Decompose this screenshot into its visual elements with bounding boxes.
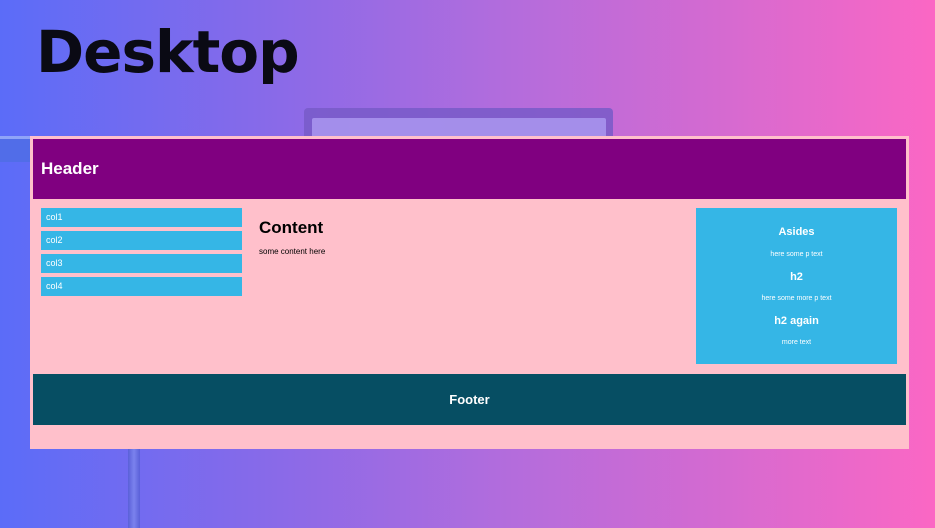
asides-text-1: here some p text — [770, 251, 823, 258]
header-title: Header — [41, 159, 99, 178]
page-title: Desktop — [36, 18, 300, 86]
layout-footer: Footer — [33, 374, 906, 425]
background-left-bar — [0, 136, 30, 162]
nav-item-col3[interactable]: col3 — [41, 254, 242, 273]
nav-columns: col1 col2 col3 col4 — [41, 208, 242, 300]
asides-heading-again: h2 again — [774, 315, 819, 327]
asides-title: Asides — [778, 226, 815, 238]
nav-item-col1[interactable]: col1 — [41, 208, 242, 227]
layout-frame: Header col1 col2 col3 col4 Content some … — [30, 136, 909, 449]
layout-header: Header — [33, 139, 906, 199]
asides-text-2: here some more p text — [761, 295, 832, 302]
footer-text: Footer — [449, 392, 490, 407]
nav-item-col4[interactable]: col4 — [41, 277, 242, 296]
asides-text-3: more text — [781, 339, 812, 346]
background-left-bar-line — [0, 136, 30, 139]
asides-heading-2: h2 — [790, 271, 803, 283]
asides-panel: Asides here some p text h2 here some mor… — [696, 208, 897, 364]
content-text: some content here — [259, 247, 326, 256]
content-title: Content — [259, 218, 324, 237]
content-section: Content some content here — [259, 218, 679, 256]
nav-item-col2[interactable]: col2 — [41, 231, 242, 250]
background-monitor-stand — [128, 449, 140, 528]
